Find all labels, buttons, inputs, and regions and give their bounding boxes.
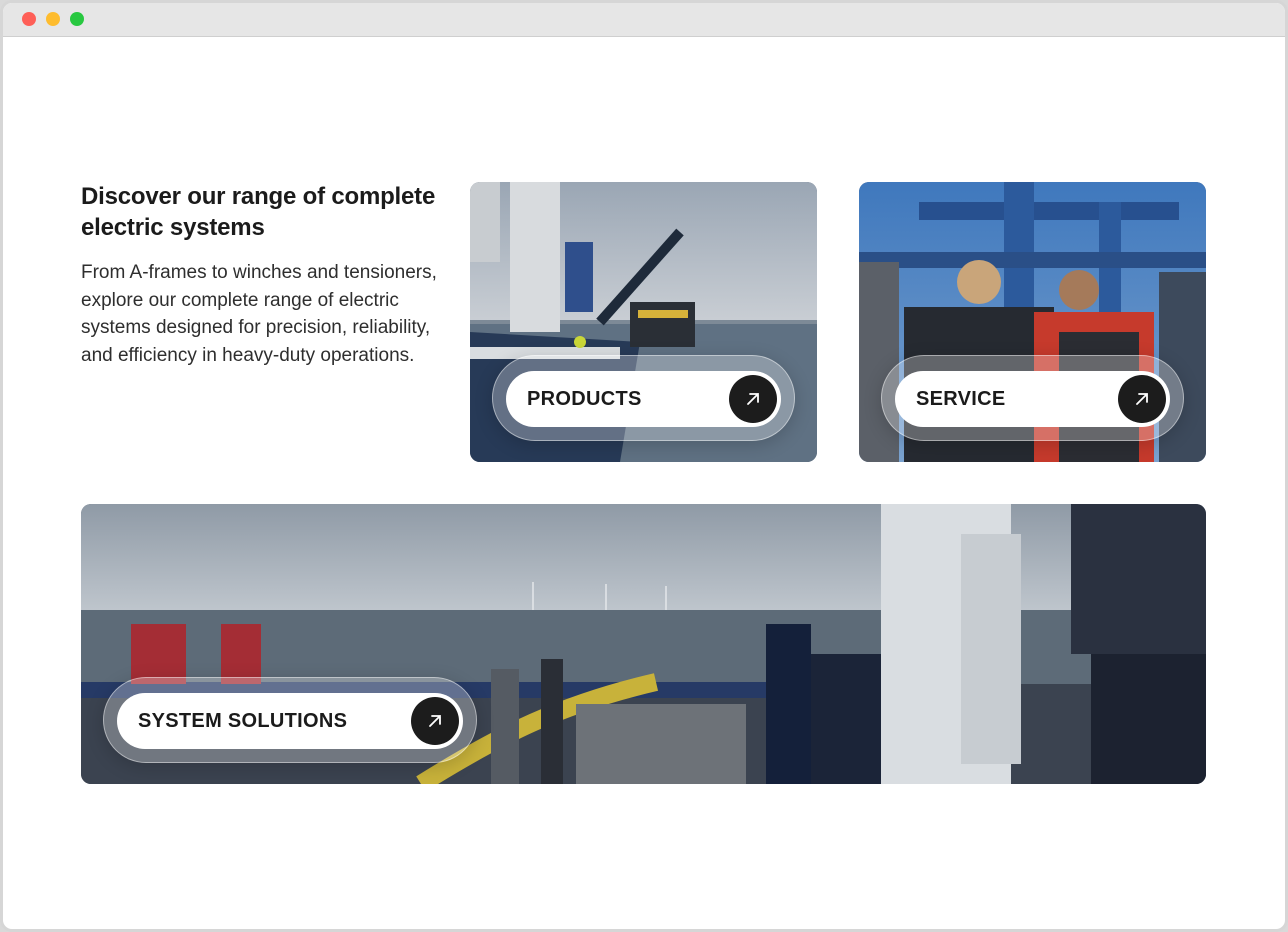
section-description: From A-frames to winches and tensioners,… [81,262,437,366]
system-solutions-card[interactable]: SYSTEM SOLUTIONS [81,504,1206,784]
window-zoom-button[interactable] [70,12,84,26]
window-close-button[interactable] [22,12,36,26]
arrow-up-right-icon [1118,375,1166,423]
service-link-button[interactable]: SERVICE [895,371,1170,427]
section-heading: Discover our range of complete electric … [81,183,436,241]
products-label: PRODUCTS [527,388,642,410]
window-minimize-button[interactable] [46,12,60,26]
system-solutions-label: SYSTEM SOLUTIONS [138,710,348,732]
service-label: SERVICE [916,388,1006,410]
arrow-up-right-icon [411,697,459,745]
products-link-button[interactable]: PRODUCTS [506,371,781,427]
products-card[interactable]: PRODUCTS [470,182,817,462]
service-card[interactable]: SERVICE [859,182,1206,462]
arrow-up-right-icon [729,375,777,423]
browser-window: Discover our range of complete electric … [0,0,1288,932]
window-titlebar [3,3,1285,37]
intro-section: Discover our range of complete electric … [81,181,441,369]
products-pill-frame: PRODUCTS [492,355,795,441]
system-solutions-link-button[interactable]: SYSTEM SOLUTIONS [117,693,463,749]
system-solutions-pill-frame: SYSTEM SOLUTIONS [103,677,477,763]
service-pill-frame: SERVICE [881,355,1184,441]
